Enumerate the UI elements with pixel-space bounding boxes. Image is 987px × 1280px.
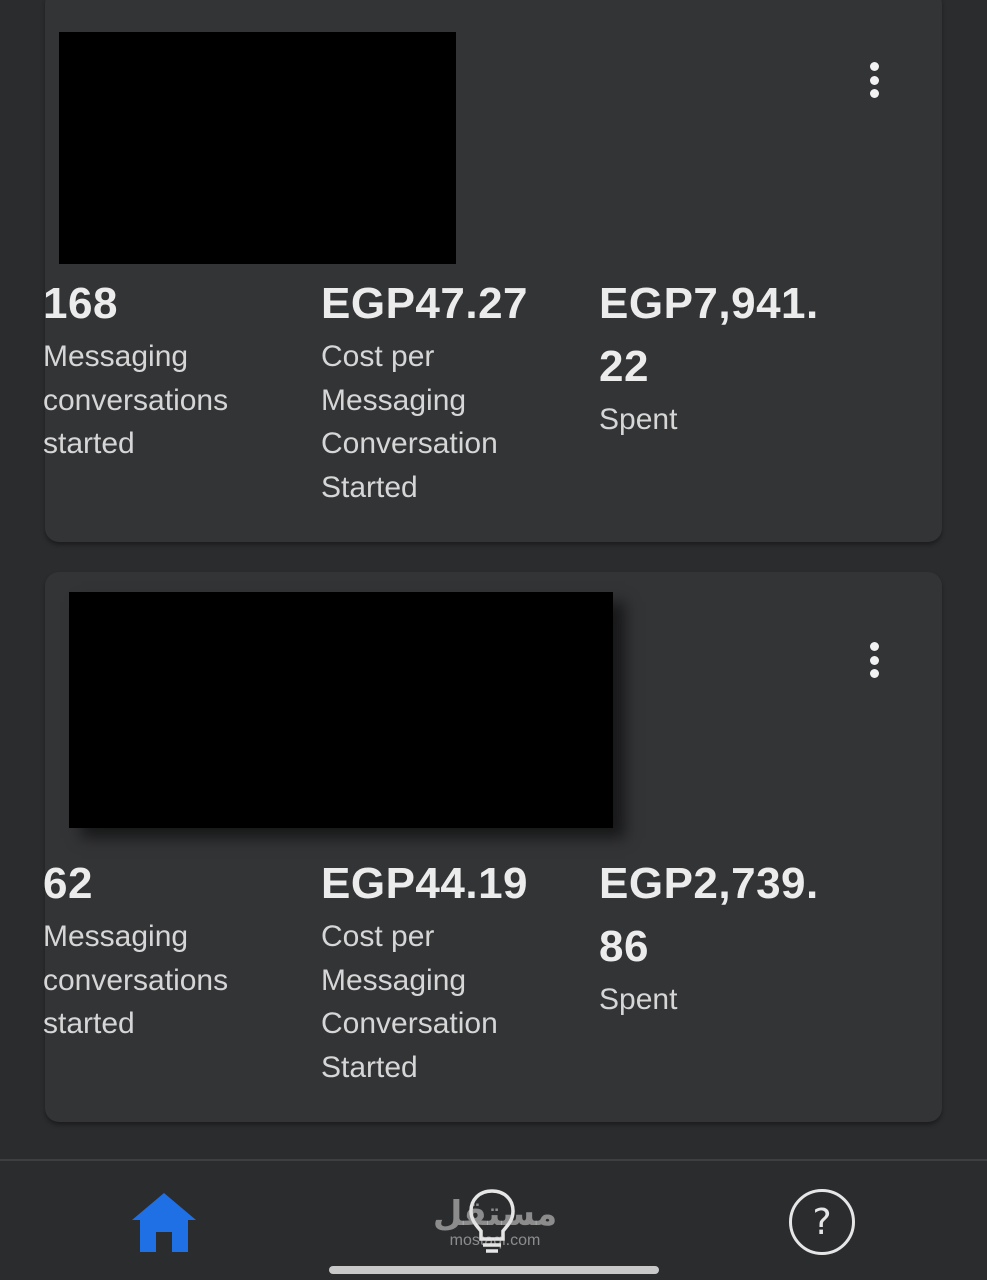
more-dot bbox=[869, 75, 879, 85]
metric-label: Messaging conversations started bbox=[43, 340, 229, 460]
bottom-navigation: ? bbox=[0, 1159, 987, 1280]
home-indicator-bar[interactable] bbox=[329, 1266, 659, 1274]
metric-value: 62 bbox=[43, 859, 93, 908]
home-icon bbox=[132, 1193, 196, 1252]
metric-label: Messaging conversations started bbox=[43, 920, 229, 1040]
metric-label: Spent bbox=[599, 403, 678, 436]
nav-insights-button[interactable] bbox=[452, 1185, 532, 1259]
metric-value: 168 bbox=[43, 279, 118, 328]
metric-cost-per-result: EGP44.19 Cost per Messaging Conversation… bbox=[321, 852, 561, 1089]
more-dot bbox=[869, 669, 879, 678]
nav-home-button[interactable] bbox=[124, 1185, 204, 1259]
metric-label: Cost per Messaging Conversation Started bbox=[321, 920, 498, 1084]
more-dot bbox=[869, 642, 879, 651]
metric-value: EGP44.19 bbox=[321, 859, 529, 908]
more-dot bbox=[869, 62, 879, 71]
metric-label: Cost per Messaging Conversation Started bbox=[321, 340, 498, 504]
help-icon: ? bbox=[789, 1189, 855, 1255]
metric-results: 168 Messaging conversations started bbox=[43, 272, 273, 466]
app-screen: 168 Messaging conversations started EGP4… bbox=[0, 0, 987, 1280]
metric-value: EGP2,739.86 bbox=[599, 859, 819, 971]
redacted-image bbox=[69, 592, 613, 828]
metric-value: EGP47.27 bbox=[321, 279, 529, 328]
more-dot bbox=[869, 89, 879, 98]
metric-results: 62 Messaging conversations started bbox=[43, 852, 273, 1046]
metric-value: EGP7,941.22 bbox=[599, 279, 819, 391]
redacted-image bbox=[59, 32, 456, 264]
metric-spent: EGP2,739.86 Spent bbox=[599, 852, 869, 1022]
more-dot bbox=[869, 655, 879, 665]
nav-help-button[interactable]: ? bbox=[782, 1185, 862, 1259]
metric-spent: EGP7,941.22 Spent bbox=[599, 272, 869, 442]
lightbulb-icon bbox=[469, 1189, 515, 1253]
more-options-button[interactable] bbox=[862, 58, 886, 102]
metric-cost-per-result: EGP47.27 Cost per Messaging Conversation… bbox=[321, 272, 561, 509]
metric-label: Spent bbox=[599, 983, 678, 1016]
more-options-button[interactable] bbox=[862, 638, 886, 682]
